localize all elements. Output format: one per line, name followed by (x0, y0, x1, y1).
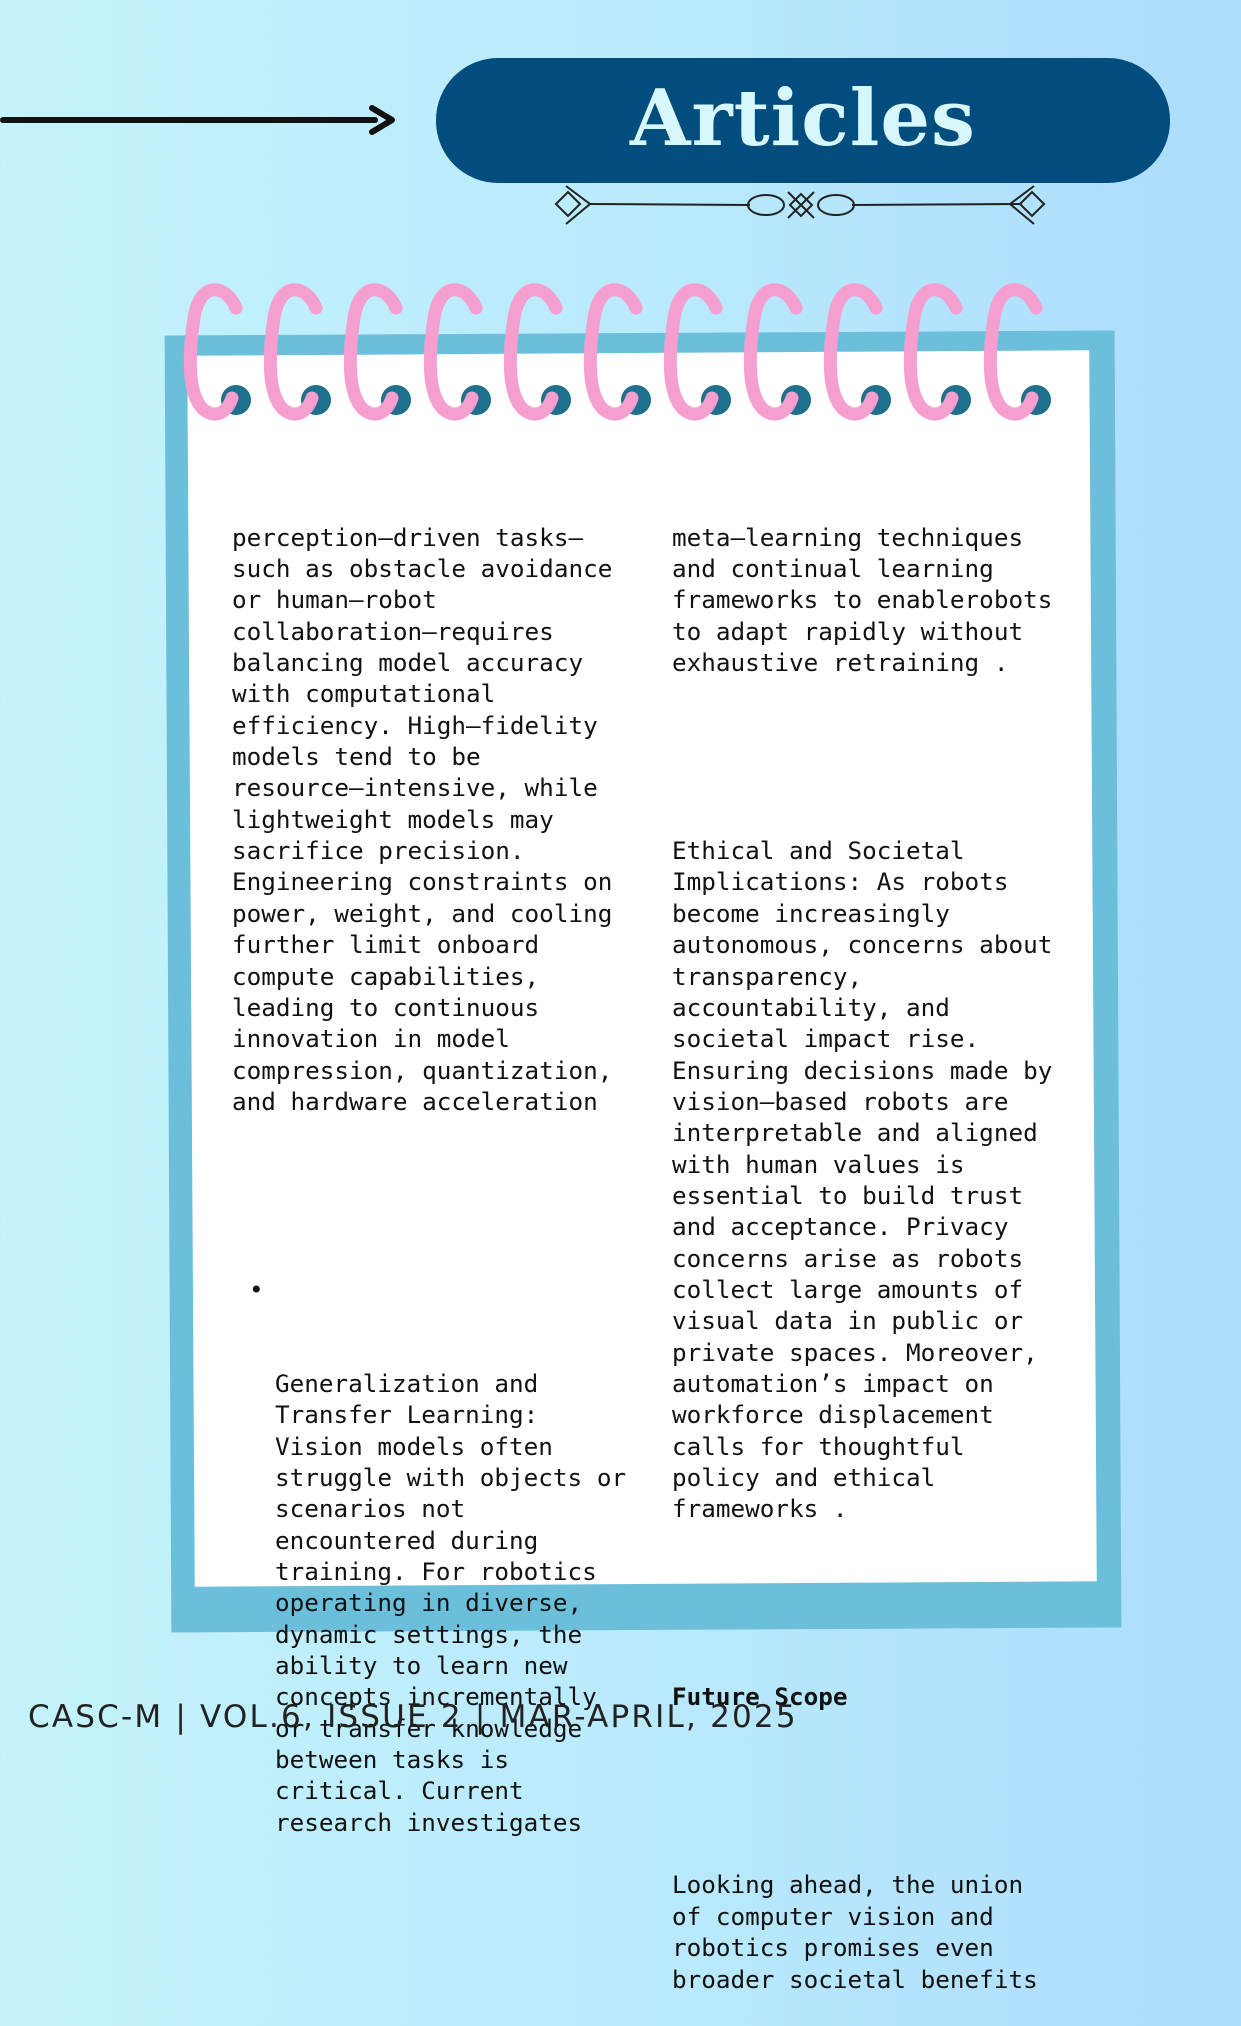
text-line: automation’s impact on (672, 1368, 994, 1398)
text-line: Generalization and (275, 1368, 539, 1398)
text-line: Transfer Learning: (275, 1400, 539, 1430)
spiral-ring (183, 283, 243, 421)
text-line: broader societal benefits (672, 1964, 1038, 1994)
text-line: interpretable and aligned (672, 1118, 1038, 1148)
title-banner: Articles (436, 58, 1170, 183)
text-line: encountered during (275, 1525, 539, 1555)
text-line: of computer vision and (672, 1901, 994, 1931)
text-line: operating in diverse, (275, 1588, 583, 1618)
article-right-column: meta–learning techniques and continual le… (672, 459, 1052, 2026)
text-line: training. For robotics (275, 1557, 597, 1587)
ornamental-divider-icon (554, 185, 1046, 225)
right-continuation-paragraph: meta–learning techniques and continual le… (672, 522, 1052, 679)
text-line: such as obstacle avoidance (232, 554, 613, 584)
text-line: frameworks . (672, 1494, 848, 1524)
text-line: scenarios not (275, 1494, 466, 1524)
text-line: compression, quantization, (232, 1055, 613, 1085)
text-line: and continual learning (672, 554, 994, 584)
text-line: calls for thoughtful (672, 1431, 965, 1461)
text-line: concerns arise as robots (672, 1243, 1024, 1273)
text-line: visual data in public or (672, 1306, 1024, 1336)
text-line: become increasingly (672, 898, 950, 928)
arrow-line (0, 117, 378, 123)
text-line: sacrifice precision. (232, 836, 525, 866)
text-line: lightweight models may (232, 804, 554, 834)
text-line: with computational (232, 679, 496, 709)
text-line: frameworks to enablerobots (672, 585, 1053, 615)
text-line: with human values is (672, 1149, 965, 1179)
text-line: Vision models often (275, 1431, 553, 1461)
text-line: Ensuring decisions made by (672, 1055, 1053, 1085)
spiral-ring (343, 283, 403, 421)
text-line: private spaces. Moreover, (672, 1337, 1038, 1367)
text-line: research investigates (275, 1807, 583, 1837)
bullet-dot: • (249, 1274, 264, 1304)
text-line: policy and ethical (672, 1463, 936, 1492)
text-line: power, weight, and cooling (232, 898, 613, 928)
text-line: efficiency. High–fidelity (232, 710, 598, 740)
text-line: further limit onboard (232, 930, 540, 960)
text-line: struggle with objects or (275, 1463, 627, 1492)
text-line: innovation in model (232, 1024, 510, 1054)
text-line: leading to continuous (232, 992, 540, 1022)
text-line: and hardware acceleration (232, 1086, 598, 1116)
text-line: essential to build trust (672, 1180, 1024, 1210)
ethics-paragraph: Ethical and Societal Implications: As rob… (672, 835, 1052, 1525)
right-arrow-icon (369, 105, 395, 135)
text-line: vision–based robots are (672, 1086, 1009, 1116)
text-line: perception–driven tasks– (232, 522, 584, 552)
issue-footer: CASC-M | VOL.6, ISSUE 2 | MAR-APRIL, 202… (28, 1699, 798, 1735)
text-line: Looking ahead, the union (672, 1870, 1024, 1900)
text-line: workforce displacement (672, 1400, 994, 1430)
text-line: collect large amounts of (672, 1274, 1024, 1304)
text-line: Ethical and Societal (672, 836, 965, 866)
spiral-ring (423, 283, 483, 421)
left-intro-paragraph: perception–driven tasks– such as obstacle… (232, 522, 626, 1118)
spiral-ring (823, 283, 883, 421)
text-line: balancing model accuracy (232, 648, 584, 678)
spiral-ring (583, 283, 643, 421)
text-line: to adapt rapidly without (672, 616, 1024, 646)
spiral-ring (903, 283, 963, 421)
text-line: critical. Current (275, 1776, 524, 1806)
text-line: robotics promises even (672, 1933, 994, 1963)
text-line: ability to learn new (275, 1651, 568, 1681)
text-line: accountability, and (672, 992, 950, 1022)
text-line: meta–learning techniques (672, 522, 1024, 552)
text-line: autonomous, concerns about (672, 930, 1053, 960)
text-line: between tasks is (275, 1745, 510, 1775)
spiral-ring (663, 283, 723, 421)
page-title: Articles (630, 73, 976, 164)
text-line: transparency, (672, 961, 863, 991)
text-line: or human–robot (232, 585, 437, 615)
text-line: societal impact rise. (672, 1024, 980, 1054)
text-line: dynamic settings, the (275, 1619, 583, 1649)
text-line: Engineering constraints on (232, 867, 613, 897)
text-line: Implications: As robots (672, 867, 1009, 897)
spiral-binding-icon (183, 283, 1051, 421)
text-line: and acceptance. Privacy (672, 1212, 1009, 1242)
text-line: resource–intensive, while (232, 773, 598, 803)
future-scope-paragraph: Looking ahead, the union of computer visi… (672, 1869, 1052, 1994)
spiral-ring (983, 283, 1043, 421)
bullet-text: Generalization and Transfer Learning: Visi… (275, 1368, 626, 1838)
text-line: collaboration–requires (232, 616, 554, 646)
text-line: models tend to be (232, 742, 481, 772)
spiral-ring (743, 283, 803, 421)
spiral-ring (263, 283, 323, 421)
bullet-list-item: • Generalization and Transfer Learning: Vi… (232, 1274, 626, 1901)
text-line: exhaustive retraining . (672, 648, 1009, 678)
spiral-ring (503, 283, 563, 421)
text-line: compute capabilities, (232, 961, 540, 991)
